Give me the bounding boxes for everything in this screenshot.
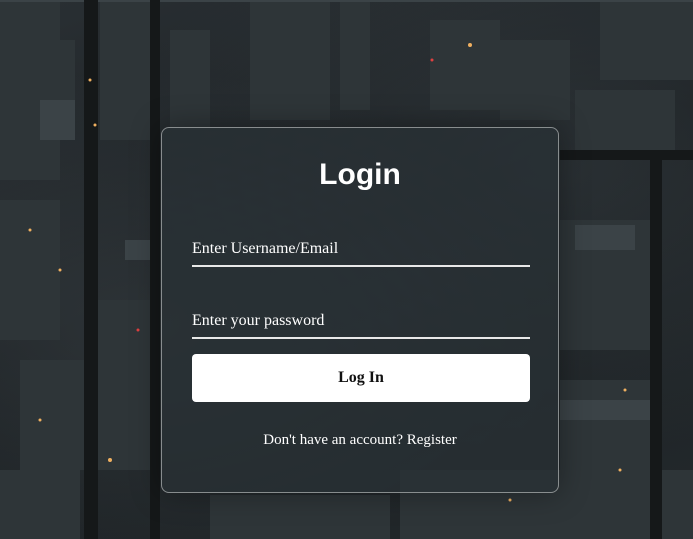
register-prompt-text: Don't have an account? (263, 432, 403, 448)
username-field-wrapper (192, 233, 530, 267)
username-input[interactable] (192, 233, 530, 265)
register-prompt: Don't have an account? Register (162, 432, 558, 449)
login-button[interactable]: Log In (192, 354, 530, 402)
password-input[interactable] (192, 305, 530, 337)
password-field-wrapper (192, 305, 530, 339)
login-title: Login (319, 158, 401, 191)
register-link[interactable]: Register (407, 432, 457, 448)
login-card: Login Log In Don't have an account? Regi… (161, 127, 559, 493)
